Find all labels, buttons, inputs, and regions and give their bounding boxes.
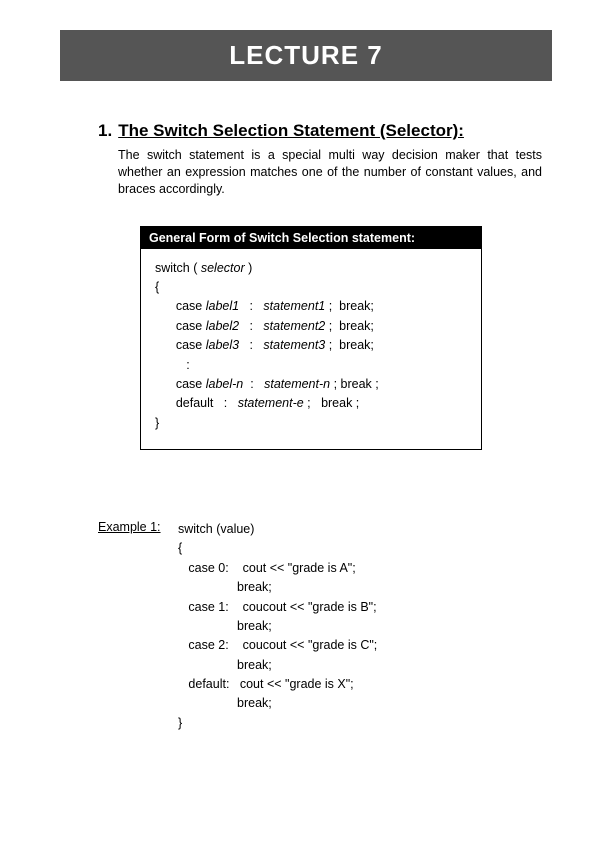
section-title: The Switch Selection Statement (Selector… [118, 121, 464, 141]
example-block: Example 1: switch (value) { case 0: cout… [98, 520, 552, 733]
section-number: 1. [98, 121, 112, 141]
example-label: Example 1: [98, 520, 178, 534]
lecture-banner: LECTURE 7 [60, 30, 552, 81]
form-box-body: switch ( selector ) { case label1 : stat… [141, 249, 481, 449]
form-box-header: General Form of Switch Selection stateme… [141, 227, 481, 249]
general-form-box: General Form of Switch Selection stateme… [140, 226, 482, 450]
section-heading: 1. The Switch Selection Statement (Selec… [98, 121, 552, 141]
section-body: The switch statement is a special multi … [118, 147, 542, 198]
section: 1. The Switch Selection Statement (Selec… [98, 121, 552, 198]
example-code: switch (value) { case 0: cout << "grade … [178, 520, 377, 733]
